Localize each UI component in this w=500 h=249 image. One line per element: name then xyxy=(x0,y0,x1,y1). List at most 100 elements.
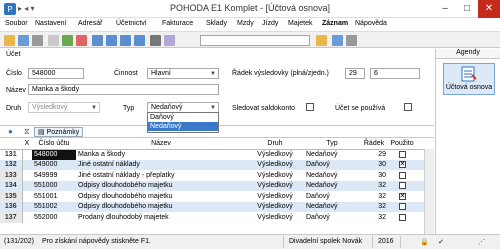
header-pouzito[interactable]: Použito xyxy=(388,139,416,150)
menu-fakturace[interactable]: Fakturace xyxy=(162,20,193,27)
folder-icon[interactable] xyxy=(4,35,15,46)
row-pouzito xyxy=(388,170,416,181)
row-name: Jiné ostatní náklady - přeplatky xyxy=(78,171,175,179)
open-icon[interactable] xyxy=(316,35,327,46)
menu-mzdy[interactable]: Mzdy xyxy=(237,20,254,27)
cinnost-select[interactable]: Hlavní ▼ xyxy=(147,68,219,79)
table-row[interactable]: 134 551000 Odpisy dlouhodobého majetku Výsl… xyxy=(0,180,434,191)
table-row[interactable]: 136 551002 Odpisy dlouhodobého majetku Výsl… xyxy=(0,201,434,212)
next-record-icon[interactable] xyxy=(120,35,131,46)
status-separator xyxy=(400,236,401,248)
row-x xyxy=(22,180,32,191)
menu-soubor[interactable]: Soubor xyxy=(5,20,28,27)
row-druh: Výsledkový xyxy=(257,213,293,221)
filter-icon[interactable] xyxy=(164,35,175,46)
nazev-input[interactable]: Manka a škody xyxy=(28,84,219,95)
tab-poznamky-label: Poznámky xyxy=(46,129,80,136)
close-button[interactable]: ✕ xyxy=(478,0,500,18)
druh-select: Výsledkový ▼ xyxy=(28,102,100,113)
typ-option-danovy[interactable]: Daňový xyxy=(148,113,218,122)
resize-grip-icon[interactable]: ⋰ xyxy=(478,238,485,246)
row-pouzito: ✕ xyxy=(388,191,416,202)
company-name: Divadelní spolek Novák xyxy=(289,238,363,245)
record-count: (131/202) xyxy=(4,238,34,245)
pouzito-checkbox[interactable] xyxy=(398,203,406,211)
table-row[interactable]: 137 552000 Prodaný dlouhodobý majetek Výsle… xyxy=(0,212,434,223)
row-x xyxy=(22,159,32,170)
table-row[interactable]: 133 549999 Jiné ostatní náklady - přeplatk… xyxy=(0,170,434,181)
header-x[interactable]: X xyxy=(22,139,32,150)
row-number: 135 xyxy=(0,191,23,202)
table-row[interactable]: 132 549000 Jiné ostatní náklady Výsledkový D… xyxy=(0,159,434,170)
filter-icon[interactable]: ⧖ xyxy=(24,127,30,137)
menu-adresar[interactable]: Adresář xyxy=(78,20,103,27)
menu-nastaveni[interactable]: Nastavení xyxy=(35,20,67,27)
status-separator xyxy=(372,236,373,248)
delete-record-icon[interactable] xyxy=(76,35,87,46)
minimize-button[interactable]: – xyxy=(434,0,456,18)
typ-value: Nedaňový xyxy=(151,104,183,111)
help-icon[interactable] xyxy=(332,35,343,46)
row-typ: Nedaňový xyxy=(306,171,338,179)
row-name: Jiné ostatní náklady xyxy=(76,159,246,170)
settings-icon[interactable] xyxy=(346,35,357,46)
new-record-icon[interactable] xyxy=(62,35,73,46)
menu-zaznam[interactable]: Záznam xyxy=(322,20,348,27)
agenda-ucetni-osnova[interactable]: Účtová osnova xyxy=(443,63,495,95)
pouziva-checkbox[interactable] xyxy=(404,103,412,111)
radek-full-input[interactable]: 29 xyxy=(345,68,365,79)
pouzito-checkbox[interactable] xyxy=(398,182,406,190)
row-number: 133 xyxy=(0,170,23,181)
table-row[interactable]: 135 551001 Odpisy dlouhodobého majetku Výsl… xyxy=(0,191,434,202)
druh-label: Druh xyxy=(6,105,22,112)
row-typ: Nedaňový xyxy=(304,180,360,191)
pouzito-checkbox[interactable]: ✕ xyxy=(398,161,406,169)
pouzito-checkbox[interactable]: ✕ xyxy=(398,192,406,200)
typ-option-nedanovy[interactable]: Nedaňový xyxy=(148,122,218,131)
header-nazev[interactable]: Název xyxy=(76,139,246,150)
tab-poznamky[interactable]: ▤ Poznámky xyxy=(34,127,84,137)
status-separator xyxy=(283,236,284,248)
table-scrollbar[interactable] xyxy=(424,149,434,234)
agenda-item-label: Účtová osnova xyxy=(445,84,493,91)
row-radek: 32 xyxy=(360,201,388,212)
prev-record-icon[interactable] xyxy=(106,35,117,46)
row-druh: Výsledkový xyxy=(246,180,304,191)
saldo-checkbox[interactable] xyxy=(306,103,314,111)
tools-icon[interactable] xyxy=(32,35,43,46)
row-name: Odpisy dlouhodobého majetku xyxy=(78,192,173,200)
last-record-icon[interactable] xyxy=(134,35,145,46)
row-number: 137 xyxy=(0,212,23,223)
first-record-icon[interactable] xyxy=(92,35,103,46)
search-combo[interactable] xyxy=(200,35,310,46)
row-number: 134 xyxy=(0,180,23,191)
print-icon[interactable] xyxy=(150,35,161,46)
menu-majetek[interactable]: Majetek xyxy=(288,20,313,27)
row-code: 552000 xyxy=(34,213,58,221)
chevron-down-icon: ▼ xyxy=(91,105,97,111)
row-druh: Výsledkový xyxy=(257,171,293,179)
maximize-button[interactable]: □ xyxy=(456,0,478,18)
header-typ[interactable]: Typ xyxy=(304,139,360,150)
menu-napoveda[interactable]: Nápověda xyxy=(355,20,387,27)
pin-icon[interactable]: ● xyxy=(8,127,13,136)
chevron-down-icon: ▼ xyxy=(210,71,216,77)
header-cislo[interactable]: Číslo účtu xyxy=(32,139,76,150)
table-row[interactable]: 131 548000 Manka a škody Výsledkový Nedaňový… xyxy=(0,149,434,160)
save-icon[interactable] xyxy=(18,35,29,46)
pouzito-checkbox[interactable] xyxy=(398,213,406,221)
copy-icon[interactable] xyxy=(48,35,59,46)
cislo-input[interactable]: 548000 xyxy=(28,68,84,79)
header-radek[interactable]: Řádek xyxy=(360,139,388,150)
radek-short-input[interactable]: 6 xyxy=(370,68,420,79)
pouzito-checkbox[interactable] xyxy=(398,150,406,158)
menu-sklady[interactable]: Sklady xyxy=(206,20,227,27)
menu-jizdy[interactable]: Jízdy xyxy=(262,20,278,27)
row-druh: Výsledkový xyxy=(246,201,304,212)
header-druh[interactable]: Druh xyxy=(246,139,304,150)
row-name: Prodaný dlouhodobý majetek xyxy=(78,213,169,221)
account-form: Účet Číslo 548000 Činnost Hlavní ▼ Řádek … xyxy=(0,49,434,121)
row-druh: Výsledkový xyxy=(257,192,293,200)
pouzito-checkbox[interactable] xyxy=(398,171,406,179)
menu-ucetnictvi[interactable]: Účetnictví xyxy=(116,20,147,27)
